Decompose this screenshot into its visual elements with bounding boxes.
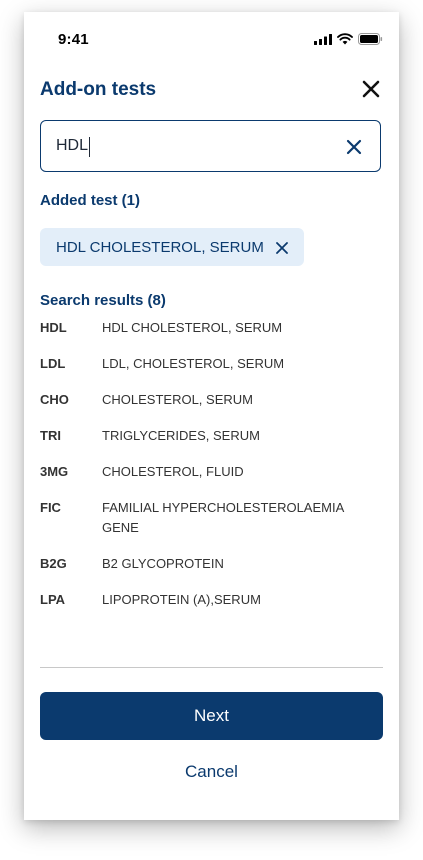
cancel-button[interactable]: Cancel [40,760,383,784]
result-name: LDL, CHOLESTEROL, SERUM [102,356,285,371]
added-tests-heading: Added test (1) [40,192,141,209]
result-row[interactable]: LPA LIPOPROTEIN (A),SERUM [40,590,370,626]
result-code: CHO [40,392,69,407]
result-row[interactable]: HDL HDL CHOLESTEROL, SERUM [40,318,370,354]
result-row[interactable]: FIC FAMILIAL HYPERCHOLESTEROLAEMIA GENE [40,498,370,554]
result-name: CHOLESTEROL, FLUID [102,464,244,479]
added-test-chip: HDL CHOLESTEROL, SERUM [40,228,304,266]
search-field[interactable] [40,120,381,172]
result-code: TRI [40,428,61,443]
result-name: B2 GLYCOPROTEIN [102,556,224,571]
status-icons [314,33,383,45]
result-name: TRIGLYCERIDES, SERUM [102,428,260,443]
result-code: HDL [40,320,67,335]
chip-label: HDL CHOLESTEROL, SERUM [56,238,264,256]
close-icon [362,80,380,98]
result-code: B2G [40,556,67,571]
search-results-heading: Search results (8) [40,292,166,309]
result-name: CHOLESTEROL, SERUM [102,392,253,407]
wifi-icon [337,33,353,45]
result-code: FIC [40,500,61,515]
search-input[interactable] [56,135,316,157]
result-name: LIPOPROTEIN (A),SERUM [102,592,261,607]
result-name: FAMILIAL HYPERCHOLESTEROLAEMIA GENE [102,500,344,535]
result-code: 3MG [40,464,69,479]
result-row[interactable]: B2G B2 GLYCOPROTEIN [40,554,370,590]
chip-remove-button[interactable] [275,241,288,254]
result-row[interactable]: 3MG CHOLESTEROL, FLUID [40,462,370,498]
result-row[interactable]: LDL LDL, CHOLESTEROL, SERUM [40,354,370,390]
phone-screen: 9:41 Add-on tests HDL Added test (1) HDL… [24,12,399,820]
close-icon [275,242,288,254]
page-title: Add-on tests [40,79,157,100]
clear-icon [346,139,362,155]
next-button[interactable]: Next [40,692,383,740]
result-code: LDL [40,356,66,371]
result-code: LPA [40,592,66,607]
signal-icon [314,33,332,45]
clear-search-button[interactable] [346,139,362,155]
status-bar: 9:41 [24,12,399,60]
result-row[interactable]: TRI TRIGLYCERIDES, SERUM [40,426,370,462]
close-button[interactable] [360,78,382,100]
status-time: 9:41 [58,31,89,48]
battery-icon [358,33,383,45]
text-caret [89,137,90,157]
search-results-list: HDL HDL CHOLESTEROL, SERUM LDL LDL, CHOL… [40,318,370,626]
result-row[interactable]: CHO CHOLESTEROL, SERUM [40,390,370,426]
result-name: HDL CHOLESTEROL, SERUM [102,320,283,335]
divider [40,667,383,668]
